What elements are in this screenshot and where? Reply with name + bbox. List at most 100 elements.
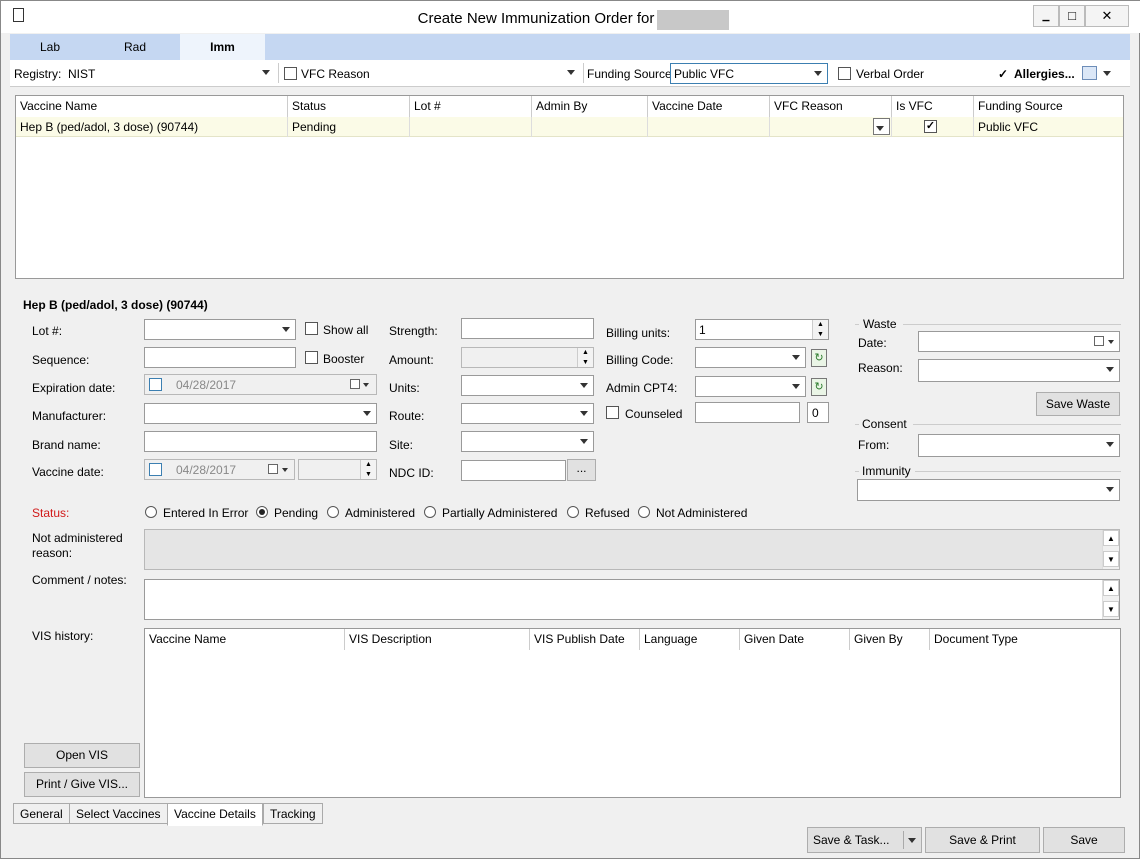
vaccine-date-picker[interactable]: 04/28/2017 (144, 459, 295, 480)
counseled-input[interactable] (695, 402, 800, 423)
counseled-checkbox[interactable] (606, 406, 619, 419)
cell-is-vfc[interactable]: ✓ (892, 117, 974, 137)
close-button[interactable]: ✕ (1085, 5, 1129, 27)
maximize-button[interactable]: □ (1059, 5, 1085, 27)
allergy-alert-icon[interactable] (1082, 66, 1097, 80)
vfc-reason-checkbox[interactable] (284, 67, 297, 80)
sequence-input[interactable] (144, 347, 296, 368)
col-language[interactable]: Language (640, 629, 740, 650)
spin-down-icon[interactable]: ▼ (578, 358, 593, 368)
expiration-date-checkbox[interactable] (149, 378, 162, 391)
funding-source-select[interactable]: Public VFC (670, 63, 828, 84)
col-given-by[interactable]: Given By (850, 629, 930, 650)
tab-select-vaccines[interactable]: Select Vaccines (69, 803, 168, 824)
vfc-reason-dropdown[interactable] (873, 118, 890, 135)
col-document-type[interactable]: Document Type (930, 629, 1120, 650)
scroll-down-icon[interactable]: ▼ (1103, 551, 1119, 567)
amount-input[interactable]: ▲ ▼ (461, 347, 594, 368)
save-waste-button[interactable]: Save Waste (1036, 392, 1120, 416)
col-lot[interactable]: Lot # (410, 96, 532, 117)
save-button[interactable]: Save (1043, 827, 1125, 853)
calendar-icon[interactable] (1094, 336, 1104, 346)
ndc-lookup-button[interactable]: ... (567, 459, 596, 481)
tab-vaccine-details[interactable]: Vaccine Details (167, 803, 263, 826)
allergies-button[interactable]: Allergies... (1014, 67, 1075, 81)
billing-code-refresh-icon[interactable]: ↻ (811, 349, 827, 367)
amount-spinner[interactable]: ▲ ▼ (577, 348, 593, 367)
lot-select[interactable] (144, 319, 296, 340)
vaccine-time-input[interactable]: ▲ ▼ (298, 459, 377, 480)
chevron-down-icon[interactable] (1108, 340, 1114, 344)
tab-general[interactable]: General (13, 803, 70, 824)
status-radio-not-administered[interactable] (638, 506, 650, 518)
chevron-down-icon[interactable] (1103, 71, 1111, 76)
table-row[interactable]: Hep B (ped/adol, 3 dose) (90744) Pending… (16, 117, 1123, 137)
col-status[interactable]: Status (288, 96, 410, 117)
col-vis-vaccine-name[interactable]: Vaccine Name (145, 629, 345, 650)
is-vfc-checkbox[interactable]: ✓ (924, 120, 937, 133)
spin-down-icon[interactable]: ▼ (813, 330, 828, 340)
col-is-vfc[interactable]: Is VFC (892, 96, 974, 117)
status-radio-refused[interactable] (567, 506, 579, 518)
vertical-scrollbar[interactable]: ▲ ▼ (1102, 580, 1119, 619)
expiration-date-picker[interactable]: 04/28/2017 (144, 374, 377, 395)
admin-cpt4-select[interactable] (695, 376, 806, 397)
ndc-id-input[interactable] (461, 460, 566, 481)
time-spinner[interactable]: ▲ ▼ (360, 460, 376, 479)
route-select[interactable] (461, 403, 594, 424)
immunity-select[interactable] (857, 479, 1120, 501)
save-and-print-button[interactable]: Save & Print (925, 827, 1040, 853)
col-vis-description[interactable]: VIS Description (345, 629, 530, 650)
billing-code-select[interactable] (695, 347, 806, 368)
vaccine-date-checkbox[interactable] (149, 463, 162, 476)
tab-rad[interactable]: Rad (95, 34, 175, 60)
billing-units-input[interactable]: 1 ▲ ▼ (695, 319, 829, 340)
calendar-icon[interactable] (350, 379, 360, 389)
admin-cpt4-refresh-icon[interactable]: ↻ (811, 378, 827, 396)
chevron-down-icon[interactable] (363, 383, 369, 387)
scroll-up-icon[interactable]: ▲ (1103, 580, 1119, 596)
tab-tracking[interactable]: Tracking (263, 803, 323, 824)
print-give-vis-button[interactable]: Print / Give VIS... (24, 772, 140, 797)
save-and-task-button[interactable]: Save & Task... (807, 827, 922, 853)
strength-input[interactable] (461, 318, 594, 339)
status-radio-administered[interactable] (327, 506, 339, 518)
minimize-button[interactable]: ▁ (1033, 5, 1059, 27)
spin-up-icon[interactable]: ▲ (361, 460, 376, 470)
col-funding-source[interactable]: Funding Source (974, 96, 1123, 117)
col-vfc-reason[interactable]: VFC Reason (770, 96, 892, 117)
waste-date-picker[interactable] (918, 331, 1120, 352)
brand-name-input[interactable] (144, 431, 377, 452)
spin-up-icon[interactable]: ▲ (578, 348, 593, 358)
units-select[interactable] (461, 375, 594, 396)
cell-vaccine-date[interactable] (648, 117, 770, 137)
registry-select[interactable]: NIST (65, 63, 275, 84)
chevron-down-icon[interactable] (282, 468, 288, 472)
manufacturer-select[interactable] (144, 403, 377, 424)
col-vaccine-name[interactable]: Vaccine Name (16, 96, 288, 117)
waste-reason-select[interactable] (918, 359, 1120, 382)
cell-admin-by[interactable] (532, 117, 648, 137)
vfc-reason-select[interactable] (370, 63, 580, 84)
show-all-checkbox[interactable] (305, 322, 318, 335)
open-vis-button[interactable]: Open VIS (24, 743, 140, 768)
col-vis-publish-date[interactable]: VIS Publish Date (530, 629, 640, 650)
status-radio-pending[interactable] (256, 506, 268, 518)
booster-checkbox[interactable] (305, 351, 318, 364)
comment-textarea[interactable]: ▲ ▼ (144, 579, 1120, 620)
verbal-order-checkbox[interactable] (838, 67, 851, 80)
status-radio-entered-in-error[interactable] (145, 506, 157, 518)
vertical-scrollbar[interactable]: ▲ ▼ (1102, 530, 1119, 569)
site-select[interactable] (461, 431, 594, 452)
cell-vfc-reason[interactable] (770, 117, 892, 137)
cell-lot[interactable] (410, 117, 532, 137)
spin-up-icon[interactable]: ▲ (813, 320, 828, 330)
billing-units-spinner[interactable]: ▲ ▼ (812, 320, 828, 339)
spin-down-icon[interactable]: ▼ (361, 470, 376, 480)
chevron-down-icon[interactable] (908, 838, 916, 843)
col-admin-by[interactable]: Admin By (532, 96, 648, 117)
status-radio-partially-administered[interactable] (424, 506, 436, 518)
calendar-icon[interactable] (268, 464, 278, 474)
tab-imm[interactable]: Imm (180, 34, 265, 60)
col-vaccine-date[interactable]: Vaccine Date (648, 96, 770, 117)
